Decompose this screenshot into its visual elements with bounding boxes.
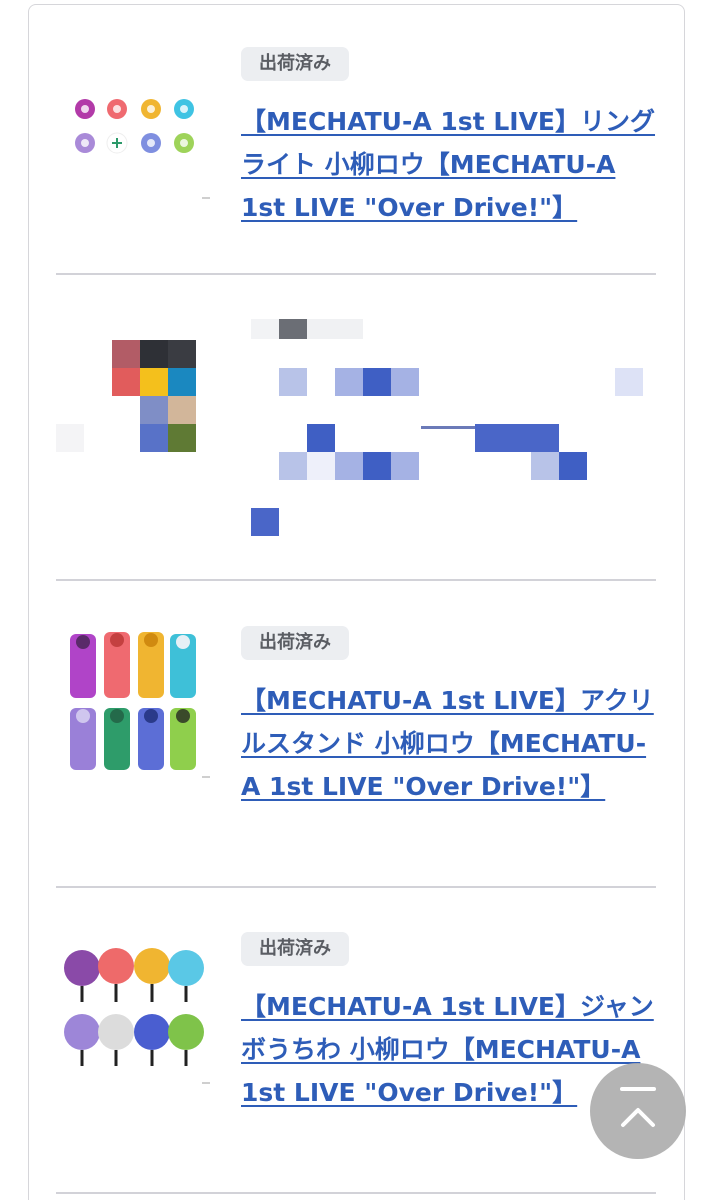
status-badge: 出荷済み	[241, 47, 349, 81]
pixelated-thumbnail	[56, 300, 216, 460]
divider	[56, 579, 656, 581]
list-item	[56, 300, 656, 560]
product-title-link[interactable]: 【MECHATU-A 1st LIVE】リングライト 小柳ロウ【MECHATU-…	[241, 100, 656, 229]
scroll-to-top-button[interactable]	[590, 1063, 686, 1159]
acrylic-stand-figures	[70, 632, 210, 778]
status-badge: 出荷済み	[241, 626, 349, 660]
list-item: 出荷済み 【MECHATU-A 1st LIVE】リングライト 小柳ロウ【MEC…	[56, 47, 656, 227]
status-badge: 出荷済み	[241, 932, 349, 966]
product-thumbnail[interactable]	[56, 626, 216, 786]
ring-light-icons	[75, 99, 210, 199]
divider	[56, 1192, 656, 1194]
list-item: 出荷済み 【MECHATU-A 1st LIVE】ジャンボうちわ 小柳ロウ【ME…	[56, 932, 656, 1162]
divider	[56, 273, 656, 275]
list-item: 出荷済み 【MECHATU-A 1st LIVE】アクリルスタンド 小柳ロウ【M…	[56, 626, 656, 856]
pixelated-info	[241, 300, 656, 560]
product-title-link[interactable]: 【MECHATU-A 1st LIVE】アクリルスタンド 小柳ロウ【MECHAT…	[241, 679, 656, 808]
divider	[56, 886, 656, 888]
jumbo-fan-figures	[64, 948, 210, 1084]
chevron-up-icon	[620, 1087, 656, 1127]
product-thumbnail[interactable]	[56, 932, 216, 1092]
product-thumbnail[interactable]	[56, 47, 216, 207]
